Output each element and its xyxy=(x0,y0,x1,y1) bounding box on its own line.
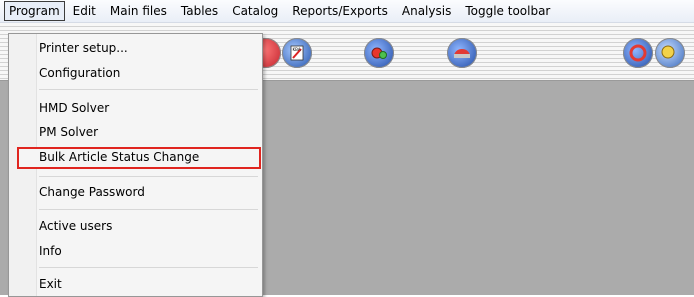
car-icon[interactable] xyxy=(447,38,477,68)
menu-item-configuration[interactable]: Configuration xyxy=(39,62,120,84)
gears-icon[interactable] xyxy=(364,38,394,68)
menu-toggle-toolbar[interactable]: Toggle toolbar xyxy=(459,2,556,20)
menu-separator xyxy=(39,267,258,268)
menu-item-change-password[interactable]: Change Password xyxy=(39,181,145,203)
menu-main-files[interactable]: Main files xyxy=(104,2,173,20)
search-globe-icon[interactable] xyxy=(655,38,685,68)
menu-item-pm-solver[interactable]: PM Solver xyxy=(39,121,98,143)
menu-reports-exports[interactable]: Reports/Exports xyxy=(286,2,394,20)
menu-bar: Program Edit Main files Tables Catalog R… xyxy=(0,0,694,23)
svg-text:KBA: KBA xyxy=(293,47,301,52)
menu-analysis[interactable]: Analysis xyxy=(396,2,457,20)
menu-item-printer-setup[interactable]: Printer setup... xyxy=(39,37,128,59)
menu-separator xyxy=(39,89,258,90)
menu-item-exit[interactable]: Exit xyxy=(39,273,62,295)
menu-separator xyxy=(39,209,258,210)
kba-icon[interactable]: KBA xyxy=(282,38,312,68)
menu-item-bulk-article-status-change[interactable]: Bulk Article Status Change xyxy=(39,146,199,168)
menu-item-info[interactable]: Info xyxy=(39,240,62,262)
program-menu-dropdown: Printer setup... Configuration HMD Solve… xyxy=(8,33,263,297)
menu-item-active-users[interactable]: Active users xyxy=(39,215,112,237)
refresh-icon[interactable] xyxy=(623,38,653,68)
menu-tables[interactable]: Tables xyxy=(175,2,224,20)
menu-item-hmd-solver[interactable]: HMD Solver xyxy=(39,97,109,119)
menu-catalog[interactable]: Catalog xyxy=(226,2,284,20)
menu-program[interactable]: Program xyxy=(4,1,65,21)
menu-separator xyxy=(39,176,258,177)
menu-edit[interactable]: Edit xyxy=(67,2,102,20)
